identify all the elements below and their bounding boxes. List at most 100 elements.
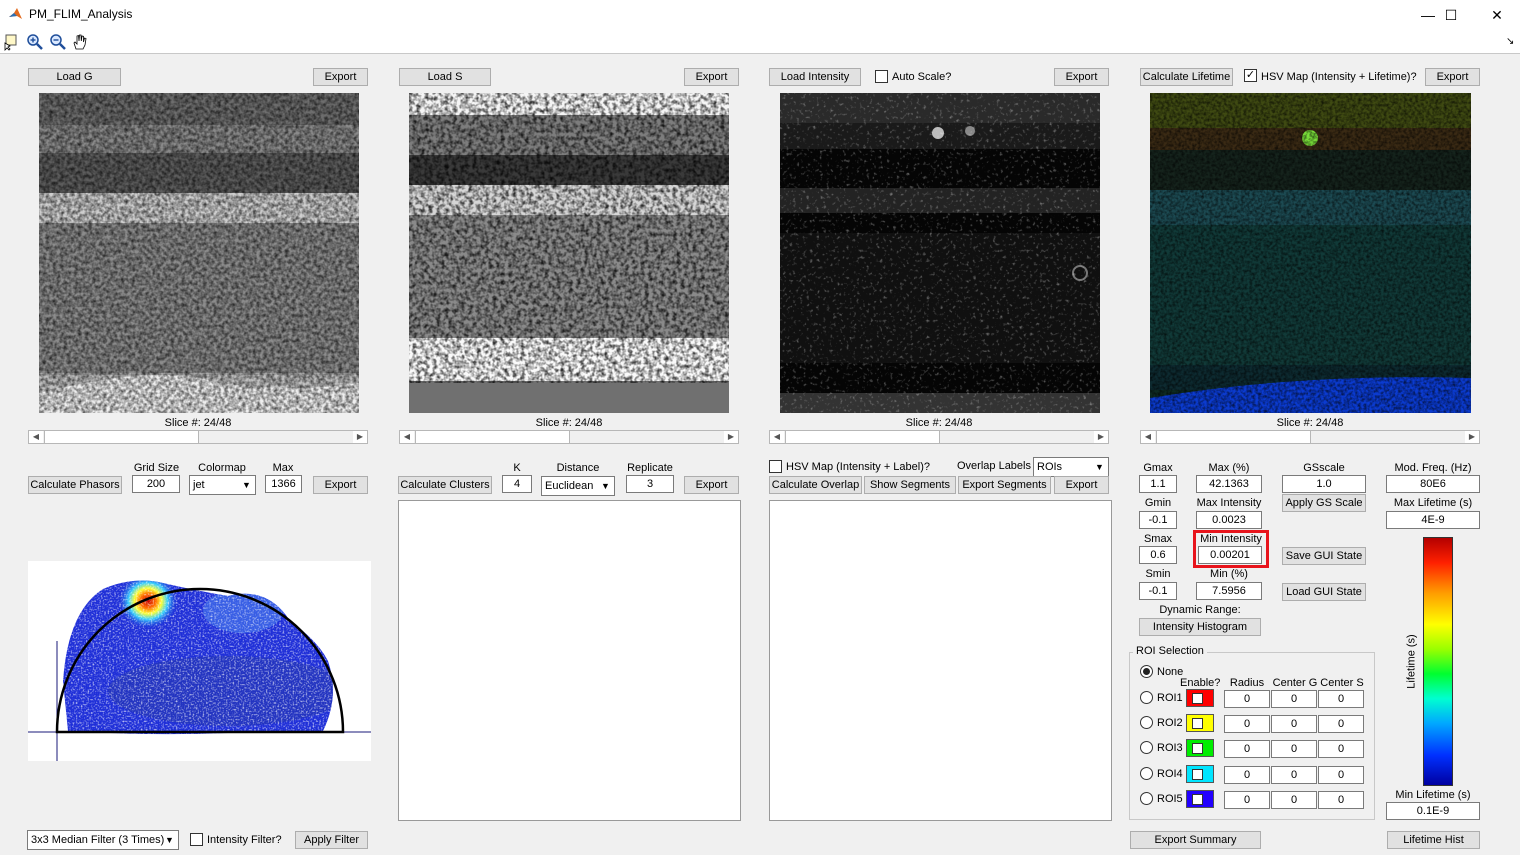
lifetime-slice-slider[interactable]: ◀ ▶	[1140, 430, 1480, 444]
roi-center-s-input[interactable]: 0	[1318, 791, 1364, 809]
slider-thumb[interactable]	[785, 431, 940, 443]
roi-color-swatch[interactable]	[1186, 714, 1214, 732]
roi-center-g-input[interactable]: 0	[1271, 791, 1317, 809]
show-segments-button[interactable]: Show Segments	[864, 476, 956, 494]
min-lifetime-input[interactable]: 0.1E-9	[1386, 802, 1480, 820]
intensity-histogram-button[interactable]: Intensity Histogram	[1139, 618, 1261, 636]
s-slice-slider[interactable]: ◀ ▶	[399, 430, 739, 444]
load-gui-state-button[interactable]: Load GUI State	[1282, 583, 1366, 601]
lifetime-hist-button[interactable]: Lifetime Hist	[1387, 831, 1480, 849]
distance-select[interactable]: Euclidean ▼	[541, 476, 615, 496]
roi-center-s-input[interactable]: 0	[1318, 715, 1364, 733]
intensity-slice-slider[interactable]: ◀ ▶	[769, 430, 1109, 444]
grid-size-input[interactable]: 200	[132, 475, 180, 493]
save-gui-state-button[interactable]: Save GUI State	[1282, 547, 1366, 565]
min-pct-input[interactable]: 7.5956	[1196, 582, 1262, 600]
slider-left-arrow-icon[interactable]: ◀	[400, 431, 414, 443]
load-g-button[interactable]: Load G	[28, 68, 121, 86]
roi-radius-input[interactable]: 0	[1224, 740, 1270, 758]
roi-radio[interactable]	[1140, 792, 1153, 805]
zoom-out-icon[interactable]	[49, 33, 67, 51]
roi-enable-checkbox[interactable]	[1192, 718, 1203, 729]
roi-enable-checkbox[interactable]	[1192, 769, 1203, 780]
roi-color-swatch[interactable]	[1186, 689, 1214, 707]
maximize-button[interactable]: ☐	[1428, 0, 1474, 30]
calculate-overlap-button[interactable]: Calculate Overlap	[769, 476, 862, 494]
roi-center-s-input[interactable]: 0	[1318, 766, 1364, 784]
gmax-input[interactable]: 1.1	[1139, 475, 1177, 493]
slider-left-arrow-icon[interactable]: ◀	[770, 431, 784, 443]
roi-radio[interactable]	[1140, 741, 1153, 754]
max-pct-input[interactable]: 42.1363	[1196, 475, 1262, 493]
roi-radius-input[interactable]: 0	[1224, 791, 1270, 809]
hsv-label-checkbox[interactable]	[769, 460, 782, 473]
toolbar-expand-icon[interactable]: ↘	[1506, 36, 1514, 47]
slider-thumb[interactable]	[44, 431, 199, 443]
calculate-lifetime-button[interactable]: Calculate Lifetime	[1140, 68, 1233, 86]
roi-enable-checkbox[interactable]	[1192, 693, 1203, 704]
load-intensity-button[interactable]: Load Intensity	[769, 68, 861, 86]
roi-enable-checkbox[interactable]	[1192, 743, 1203, 754]
export-intensity-button[interactable]: Export	[1054, 68, 1109, 86]
pan-hand-icon[interactable]	[71, 33, 89, 51]
roi-none-radio[interactable]	[1140, 665, 1153, 678]
zoom-in-icon[interactable]	[26, 33, 44, 51]
slider-right-arrow-icon[interactable]: ▶	[353, 431, 367, 443]
slider-left-arrow-icon[interactable]: ◀	[1141, 431, 1155, 443]
roi-center-s-input[interactable]: 0	[1318, 690, 1364, 708]
data-cursor-icon[interactable]	[3, 33, 21, 51]
roi-center-g-input[interactable]: 0	[1271, 690, 1317, 708]
gmin-input[interactable]: -0.1	[1139, 511, 1177, 529]
auto-scale-checkbox[interactable]	[875, 70, 888, 83]
smin-input[interactable]: -0.1	[1139, 582, 1177, 600]
roi-enable-checkbox[interactable]	[1192, 794, 1203, 805]
apply-gs-scale-button[interactable]: Apply GS Scale	[1282, 494, 1366, 512]
roi-center-g-input[interactable]: 0	[1271, 766, 1317, 784]
export-lifetime-button[interactable]: Export	[1425, 68, 1480, 86]
export-segments-button[interactable]: Export Segments	[958, 476, 1051, 494]
phasor-max-input[interactable]: 1366	[265, 475, 302, 493]
export-s-button[interactable]: Export	[684, 68, 739, 86]
calculate-phasors-button[interactable]: Calculate Phasors	[28, 476, 122, 494]
export-clusters-button[interactable]: Export	[684, 476, 739, 494]
calculate-clusters-button[interactable]: Calculate Clusters	[398, 476, 492, 494]
filter-select[interactable]: 3x3 Median Filter (3 Times) ▼	[27, 830, 179, 850]
roi-color-swatch[interactable]	[1186, 739, 1214, 757]
roi-color-swatch[interactable]	[1186, 765, 1214, 783]
roi-radius-input[interactable]: 0	[1224, 715, 1270, 733]
roi-radius-input[interactable]: 0	[1224, 690, 1270, 708]
gsscale-input[interactable]: 1.0	[1282, 475, 1366, 493]
replicate-input[interactable]: 3	[626, 475, 674, 493]
roi-radio[interactable]	[1140, 767, 1153, 780]
mod-freq-input[interactable]: 80E6	[1386, 475, 1480, 493]
slider-left-arrow-icon[interactable]: ◀	[29, 431, 43, 443]
slider-right-arrow-icon[interactable]: ▶	[1465, 431, 1479, 443]
apply-filter-button[interactable]: Apply Filter	[295, 831, 368, 849]
roi-center-g-input[interactable]: 0	[1271, 740, 1317, 758]
hsv-lifetime-checkbox[interactable]: ✓	[1244, 69, 1257, 82]
roi-radius-input[interactable]: 0	[1224, 766, 1270, 784]
max-lifetime-input[interactable]: 4E-9	[1386, 511, 1480, 529]
roi-radio[interactable]	[1140, 691, 1153, 704]
k-input[interactable]: 4	[502, 475, 532, 493]
roi-center-s-input[interactable]: 0	[1318, 740, 1364, 758]
slider-thumb[interactable]	[415, 431, 570, 443]
roi-center-g-input[interactable]: 0	[1271, 715, 1317, 733]
g-slice-slider[interactable]: ◀ ▶	[28, 430, 368, 444]
roi-color-swatch[interactable]	[1186, 790, 1214, 808]
min-intensity-input[interactable]: 0.00201	[1198, 546, 1262, 564]
colormap-select[interactable]: jet ▼	[189, 475, 256, 495]
export-phasor-button[interactable]: Export	[313, 476, 368, 494]
max-intensity-input[interactable]: 0.0023	[1196, 511, 1262, 529]
export-summary-button[interactable]: Export Summary	[1130, 831, 1261, 849]
slider-right-arrow-icon[interactable]: ▶	[724, 431, 738, 443]
load-s-button[interactable]: Load S	[399, 68, 491, 86]
intensity-filter-checkbox[interactable]	[190, 833, 203, 846]
slider-right-arrow-icon[interactable]: ▶	[1094, 431, 1108, 443]
roi-radio[interactable]	[1140, 716, 1153, 729]
export-g-button[interactable]: Export	[313, 68, 368, 86]
export-overlap-button[interactable]: Export	[1054, 476, 1109, 494]
smax-input[interactable]: 0.6	[1139, 546, 1177, 564]
close-button[interactable]: ✕	[1474, 0, 1520, 30]
overlap-labels-select[interactable]: ROIs ▼	[1033, 457, 1109, 477]
